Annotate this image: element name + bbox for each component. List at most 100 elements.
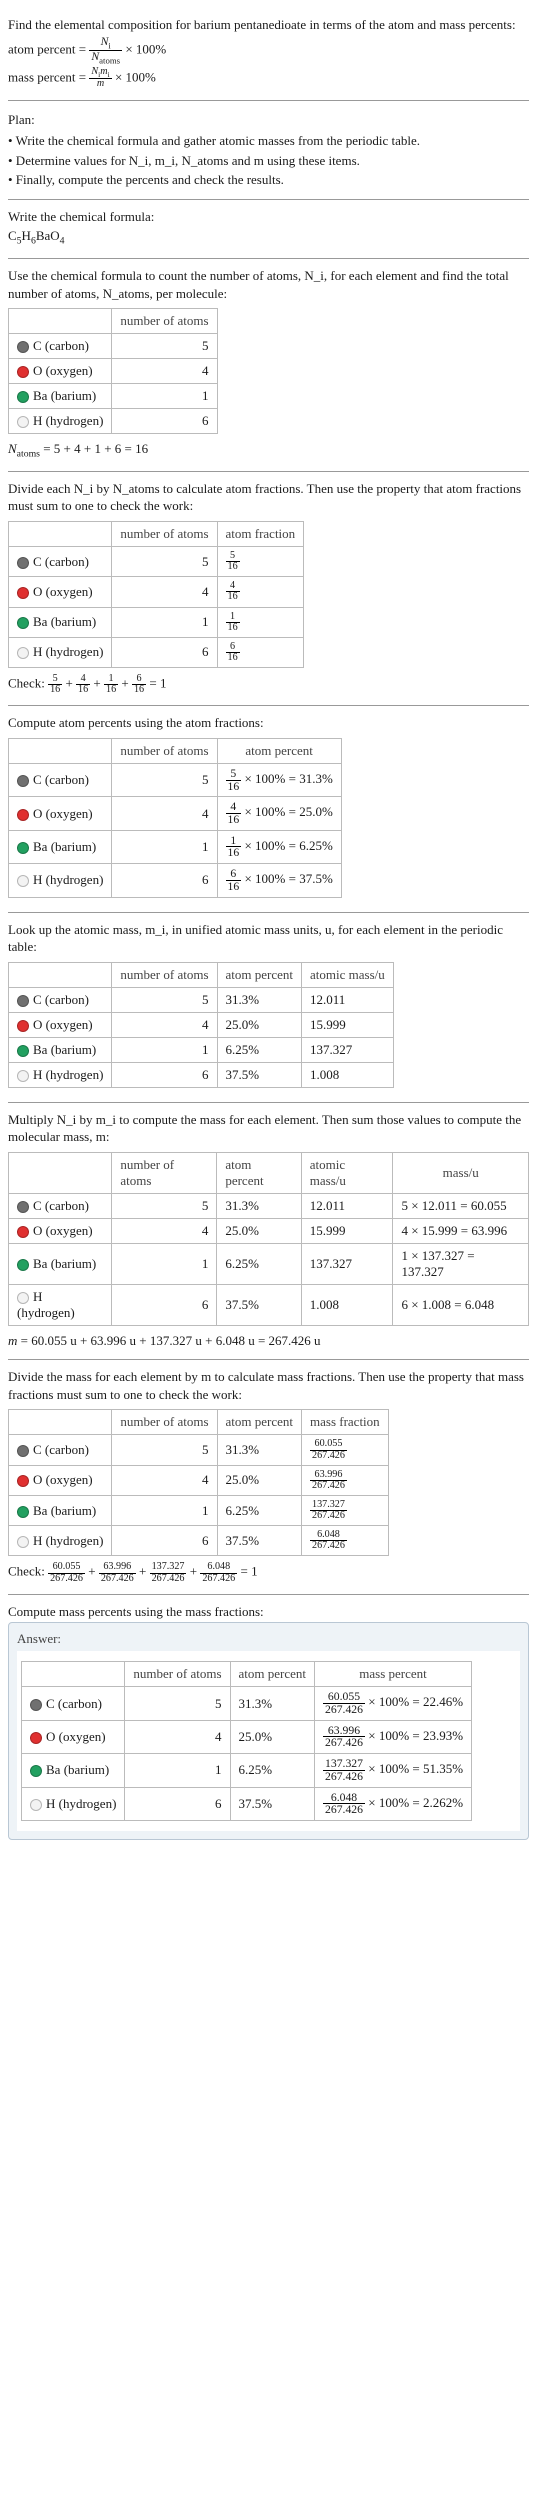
count-intro: Use the chemical formula to count the nu… bbox=[8, 267, 529, 302]
atomfrac-table: number of atoms atom fraction C (carbon)… bbox=[8, 521, 304, 668]
atomic-mass: 1.008 bbox=[302, 1062, 394, 1087]
header-percent: atom percent bbox=[217, 962, 302, 987]
atom-count: 4 bbox=[112, 577, 217, 607]
table-row: C (carbon) 5 31.3% 60.055267.426 × 100% … bbox=[22, 1687, 472, 1720]
plan-section: Plan: • Write the chemical formula and g… bbox=[8, 101, 529, 200]
table-row: O (oxygen) 4 416 × 100% = 25.0% bbox=[9, 797, 342, 830]
table-header-row: number of atoms bbox=[9, 309, 218, 334]
mass-percent-formula: mass percent = Nimi m × 100% bbox=[8, 67, 529, 90]
atompct-section: Compute atom percents using the atom fra… bbox=[8, 706, 529, 912]
table-row: Ba (barium) 1 6.25% 137.327 1 × 137.327 … bbox=[9, 1243, 529, 1284]
atomic-mass: 12.011 bbox=[301, 1193, 393, 1218]
times100-1: × 100% bbox=[122, 41, 166, 56]
element-name: Ba (barium) bbox=[33, 839, 96, 854]
color-swatch-icon bbox=[17, 1020, 29, 1032]
masspct-table: number of atoms atom percent mass percen… bbox=[21, 1661, 472, 1821]
atom-percent: 25.0% bbox=[217, 1012, 302, 1037]
atompct-intro: Compute atom percents using the atom fra… bbox=[8, 714, 529, 732]
table-header-row: number of atoms atom percent atomic mass… bbox=[9, 1152, 529, 1193]
color-swatch-icon bbox=[17, 366, 29, 378]
element-name: C (carbon) bbox=[33, 1442, 89, 1457]
header-atoms: number of atoms bbox=[125, 1662, 230, 1687]
color-swatch-icon bbox=[17, 842, 29, 854]
element-name: Ba (barium) bbox=[33, 1042, 96, 1057]
massfrac-intro: Divide the mass for each element by m to… bbox=[8, 1368, 529, 1403]
atom-count: 5 bbox=[112, 987, 217, 1012]
element-name: O (oxygen) bbox=[33, 1472, 93, 1487]
table-row: H (hydrogen) 6 37.5% 1.008 6 × 1.008 = 6… bbox=[9, 1284, 529, 1325]
atom-percent: 37.5% bbox=[217, 1062, 302, 1087]
atom-percent-calc: 416 × 100% = 25.0% bbox=[217, 797, 341, 830]
header-mass: atomic mass/u bbox=[302, 962, 394, 987]
atommass-intro: Look up the atomic mass, m_i, in unified… bbox=[8, 921, 529, 956]
atom-percent-fraction: Ni Natoms bbox=[89, 36, 122, 65]
atom-count: 6 bbox=[112, 1526, 217, 1556]
element-name: C (carbon) bbox=[33, 554, 89, 569]
massu-section: Multiply N_i by m_i to compute the mass … bbox=[8, 1103, 529, 1361]
atom-count: 6 bbox=[112, 1284, 217, 1325]
color-swatch-icon bbox=[17, 391, 29, 403]
formula-section: Write the chemical formula: C5H6BaO4 bbox=[8, 200, 529, 259]
atom-fraction: 416 bbox=[217, 577, 304, 607]
table-header-row: number of atoms atom percent mass percen… bbox=[22, 1662, 472, 1687]
element-name: H (hydrogen) bbox=[33, 413, 103, 428]
atom-percent-calc: 616 × 100% = 37.5% bbox=[217, 864, 341, 897]
color-swatch-icon bbox=[17, 1045, 29, 1057]
element-name: O (oxygen) bbox=[33, 363, 93, 378]
color-swatch-icon bbox=[17, 995, 29, 1007]
color-swatch-icon bbox=[17, 1226, 29, 1238]
mass-percent-calc: 63.996267.426 × 100% = 23.93% bbox=[315, 1720, 472, 1753]
atom-percent: 6.25% bbox=[217, 1495, 302, 1525]
header-atoms: number of atoms bbox=[112, 1152, 217, 1193]
atommass-table: number of atoms atom percent atomic mass… bbox=[8, 962, 394, 1088]
atom-percent-calc: 516 × 100% = 31.3% bbox=[217, 763, 341, 796]
atom-count: 4 bbox=[112, 359, 217, 384]
atom-count: 6 bbox=[112, 637, 217, 667]
atom-percent-label: atom percent bbox=[8, 41, 76, 56]
table-row: C (carbon) 5 516 × 100% = 31.3% bbox=[9, 763, 342, 796]
atom-count: 5 bbox=[112, 763, 217, 796]
header-atoms: number of atoms bbox=[112, 1410, 217, 1435]
table-row: O (oxygen) 4 25.0% 15.999 bbox=[9, 1012, 394, 1037]
header-atoms: number of atoms bbox=[112, 309, 217, 334]
table-row: Ba (barium) 1 6.25% 137.327267.426 × 100… bbox=[22, 1754, 472, 1787]
times100-2: × 100% bbox=[112, 69, 156, 84]
table-row: C (carbon) 5 31.3% 12.011 bbox=[9, 987, 394, 1012]
atom-count: 6 bbox=[112, 1062, 217, 1087]
table-row: H (hydrogen) 6 37.5% 1.008 bbox=[9, 1062, 394, 1087]
atom-count: 1 bbox=[112, 1037, 217, 1062]
atomic-mass: 15.999 bbox=[301, 1218, 393, 1243]
massu-intro: Multiply N_i by m_i to compute the mass … bbox=[8, 1111, 529, 1146]
table-header-row: number of atoms atom percent atomic mass… bbox=[9, 962, 394, 987]
header-percent: atom percent bbox=[217, 738, 341, 763]
table-row: O (oxygen) 4 bbox=[9, 359, 218, 384]
atom-percent: 31.3% bbox=[217, 987, 302, 1012]
table-row: C (carbon) 5 bbox=[9, 334, 218, 359]
element-name: Ba (barium) bbox=[33, 614, 96, 629]
mass-percent-calc: 137.327267.426 × 100% = 51.35% bbox=[315, 1754, 472, 1787]
color-swatch-icon bbox=[17, 1070, 29, 1082]
element-name: Ba (barium) bbox=[33, 1503, 96, 1518]
atom-count: 4 bbox=[112, 1465, 217, 1495]
intro-text: Find the elemental composition for bariu… bbox=[8, 16, 529, 34]
atom-count: 1 bbox=[125, 1754, 230, 1787]
table-row: Ba (barium) 1 116 × 100% = 6.25% bbox=[9, 830, 342, 863]
color-swatch-icon bbox=[30, 1732, 42, 1744]
header-atoms: number of atoms bbox=[112, 521, 217, 546]
color-swatch-icon bbox=[17, 1259, 29, 1271]
check-label: Check: bbox=[8, 1564, 48, 1579]
table-row: Ba (barium) 1 bbox=[9, 384, 218, 409]
header-mp: mass percent bbox=[315, 1662, 472, 1687]
mass-fraction: 63.996267.426 bbox=[302, 1465, 389, 1495]
color-swatch-icon bbox=[17, 1201, 29, 1213]
answer-label: Answer: bbox=[17, 1631, 520, 1647]
table-header-row: number of atoms atom percent mass fracti… bbox=[9, 1410, 389, 1435]
color-swatch-icon bbox=[17, 617, 29, 629]
element-name: O (oxygen) bbox=[33, 1223, 93, 1238]
header-mf: mass fraction bbox=[302, 1410, 389, 1435]
atomfrac-section: Divide each N_i by N_atoms to calculate … bbox=[8, 472, 529, 707]
color-swatch-icon bbox=[30, 1799, 42, 1811]
color-swatch-icon bbox=[17, 557, 29, 569]
formula-value: C5H6BaO4 bbox=[8, 227, 529, 248]
table-row: O (oxygen) 4 416 bbox=[9, 577, 304, 607]
